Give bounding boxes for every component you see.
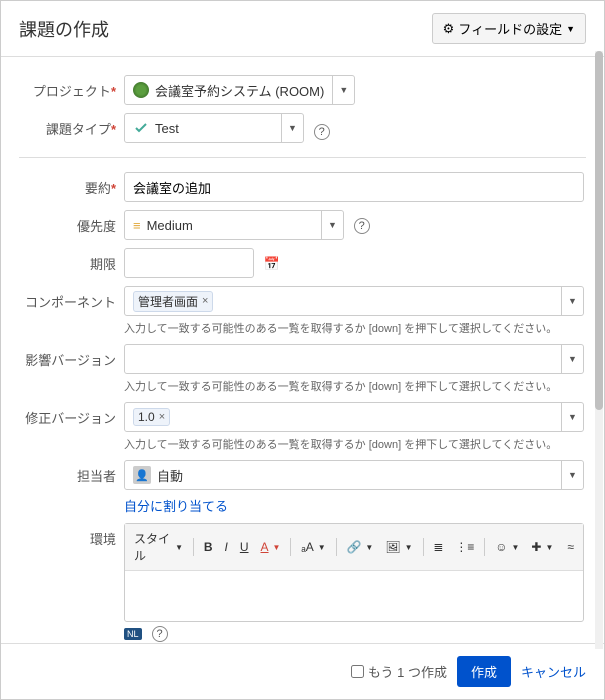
gear-icon: ⚙ xyxy=(443,21,455,37)
emoji-icon[interactable]: ☺▼ xyxy=(490,537,524,557)
subscript-icon[interactable]: ₐA▼ xyxy=(296,537,330,557)
project-icon xyxy=(133,82,149,98)
help-icon[interactable]: ? xyxy=(354,218,370,234)
dialog-footer: もう 1 つ作成 作成 キャンセル xyxy=(1,643,604,699)
chevron-down-icon[interactable]: ▼ xyxy=(281,114,303,142)
style-dropdown[interactable]: スタイル▼ xyxy=(129,527,188,567)
summary-input[interactable] xyxy=(124,172,584,202)
remove-tag-icon[interactable]: × xyxy=(202,295,208,307)
avatar-icon: 👤 xyxy=(133,466,151,484)
test-type-icon xyxy=(133,120,149,136)
dialog-title: 課題の作成 xyxy=(19,16,109,42)
fix-version-tag: 1.0 × xyxy=(133,408,170,426)
underline-icon[interactable]: U xyxy=(235,537,254,557)
text-color-icon[interactable]: A▼ xyxy=(256,537,286,557)
fix-version-select[interactable]: 1.0 × ▼ xyxy=(124,402,584,432)
chevron-down-icon[interactable]: ▼ xyxy=(321,211,343,239)
priority-label: 優先度 xyxy=(77,219,116,234)
expand-icon[interactable]: ≈ xyxy=(562,537,579,557)
link-icon[interactable]: 🔗▼ xyxy=(341,537,378,557)
create-button[interactable]: 作成 xyxy=(457,656,511,687)
more-icon[interactable]: ✚▼ xyxy=(526,537,558,557)
chevron-down-icon: ▼ xyxy=(566,24,575,34)
info-badge-icon: NL xyxy=(124,628,142,640)
italic-icon[interactable]: I xyxy=(220,537,233,557)
create-another-input[interactable] xyxy=(351,665,364,678)
components-select[interactable]: 管理者画面 × ▼ xyxy=(124,286,584,316)
environment-textarea[interactable] xyxy=(125,571,583,621)
chevron-down-icon[interactable]: ▼ xyxy=(332,76,354,104)
bold-icon[interactable]: B xyxy=(199,537,218,557)
dialog-body: プロジェクト* 会議室予約システム (ROOM) ▼ 課題タイプ* Test xyxy=(1,57,604,643)
assignee-select[interactable]: 👤 自動 ▼ xyxy=(124,460,584,490)
components-hint: 入力して一致する可能性のある一覧を取得するか [down] を押下して選択してく… xyxy=(124,320,584,336)
create-another-label: もう 1 つ作成 xyxy=(368,662,447,681)
chevron-down-icon[interactable]: ▼ xyxy=(561,345,583,373)
priority-select[interactable]: ≡ Medium ▼ xyxy=(124,210,344,240)
rte-toolbar: スタイル▼ B I U A▼ ₐA▼ 🔗▼ 🖼▼ ≣ ⋮≡ xyxy=(125,524,583,571)
issue-type-select[interactable]: Test ▼ xyxy=(124,113,304,143)
chevron-down-icon[interactable]: ▼ xyxy=(561,461,583,489)
configure-fields-label: フィールドの設定 xyxy=(458,19,562,38)
component-tag: 管理者画面 × xyxy=(133,291,213,312)
priority-medium-icon: ≡ xyxy=(133,218,141,233)
divider xyxy=(19,157,586,158)
project-label: プロジェクト xyxy=(33,84,111,99)
priority-value: Medium xyxy=(147,218,193,233)
image-icon[interactable]: 🖼▼ xyxy=(380,537,417,557)
issue-type-label: 課題タイプ xyxy=(46,122,111,137)
scrollbar-thumb[interactable] xyxy=(595,51,603,410)
remove-tag-icon[interactable]: × xyxy=(159,411,165,423)
fix-version-hint: 入力して一致する可能性のある一覧を取得するか [down] を押下して選択してく… xyxy=(124,436,584,452)
scrollbar[interactable] xyxy=(595,51,603,649)
affects-version-label: 影響バージョン xyxy=(25,353,116,368)
help-icon[interactable]: ? xyxy=(314,124,330,140)
number-list-icon[interactable]: ⋮≡ xyxy=(450,537,479,557)
chevron-down-icon[interactable]: ▼ xyxy=(561,403,583,431)
due-date-label: 期限 xyxy=(90,257,116,272)
affects-version-hint: 入力して一致する可能性のある一覧を取得するか [down] を押下して選択してく… xyxy=(124,378,584,394)
dialog-header: 課題の作成 ⚙ フィールドの設定 ▼ xyxy=(1,1,604,57)
components-label: コンポーネント xyxy=(25,295,116,310)
bullet-list-icon[interactable]: ≣ xyxy=(428,537,448,557)
issue-type-value: Test xyxy=(155,121,179,136)
assign-to-me-link[interactable]: 自分に割り当てる xyxy=(124,499,228,514)
assignee-label: 担当者 xyxy=(77,469,116,484)
project-value: 会議室予約システム (ROOM) xyxy=(155,81,324,100)
affects-version-select[interactable]: ▼ xyxy=(124,344,584,374)
cancel-button[interactable]: キャンセル xyxy=(521,662,586,681)
project-select[interactable]: 会議室予約システム (ROOM) ▼ xyxy=(124,75,355,105)
create-issue-dialog: 課題の作成 ⚙ フィールドの設定 ▼ プロジェクト* 会議室予約システム (RO… xyxy=(0,0,605,700)
summary-label: 要約 xyxy=(85,181,111,196)
chevron-down-icon[interactable]: ▼ xyxy=(561,287,583,315)
help-icon[interactable]: ? xyxy=(152,626,168,642)
fix-version-label: 修正バージョン xyxy=(25,411,116,426)
environment-label: 環境 xyxy=(90,532,116,547)
environment-editor: スタイル▼ B I U A▼ ₐA▼ 🔗▼ 🖼▼ ≣ ⋮≡ xyxy=(124,523,584,622)
calendar-icon[interactable]: 📅 xyxy=(264,256,280,271)
assignee-value: 自動 xyxy=(157,466,183,485)
due-date-input[interactable] xyxy=(124,248,254,278)
configure-fields-button[interactable]: ⚙ フィールドの設定 ▼ xyxy=(432,13,586,44)
create-another-checkbox[interactable]: もう 1 つ作成 xyxy=(351,662,447,681)
